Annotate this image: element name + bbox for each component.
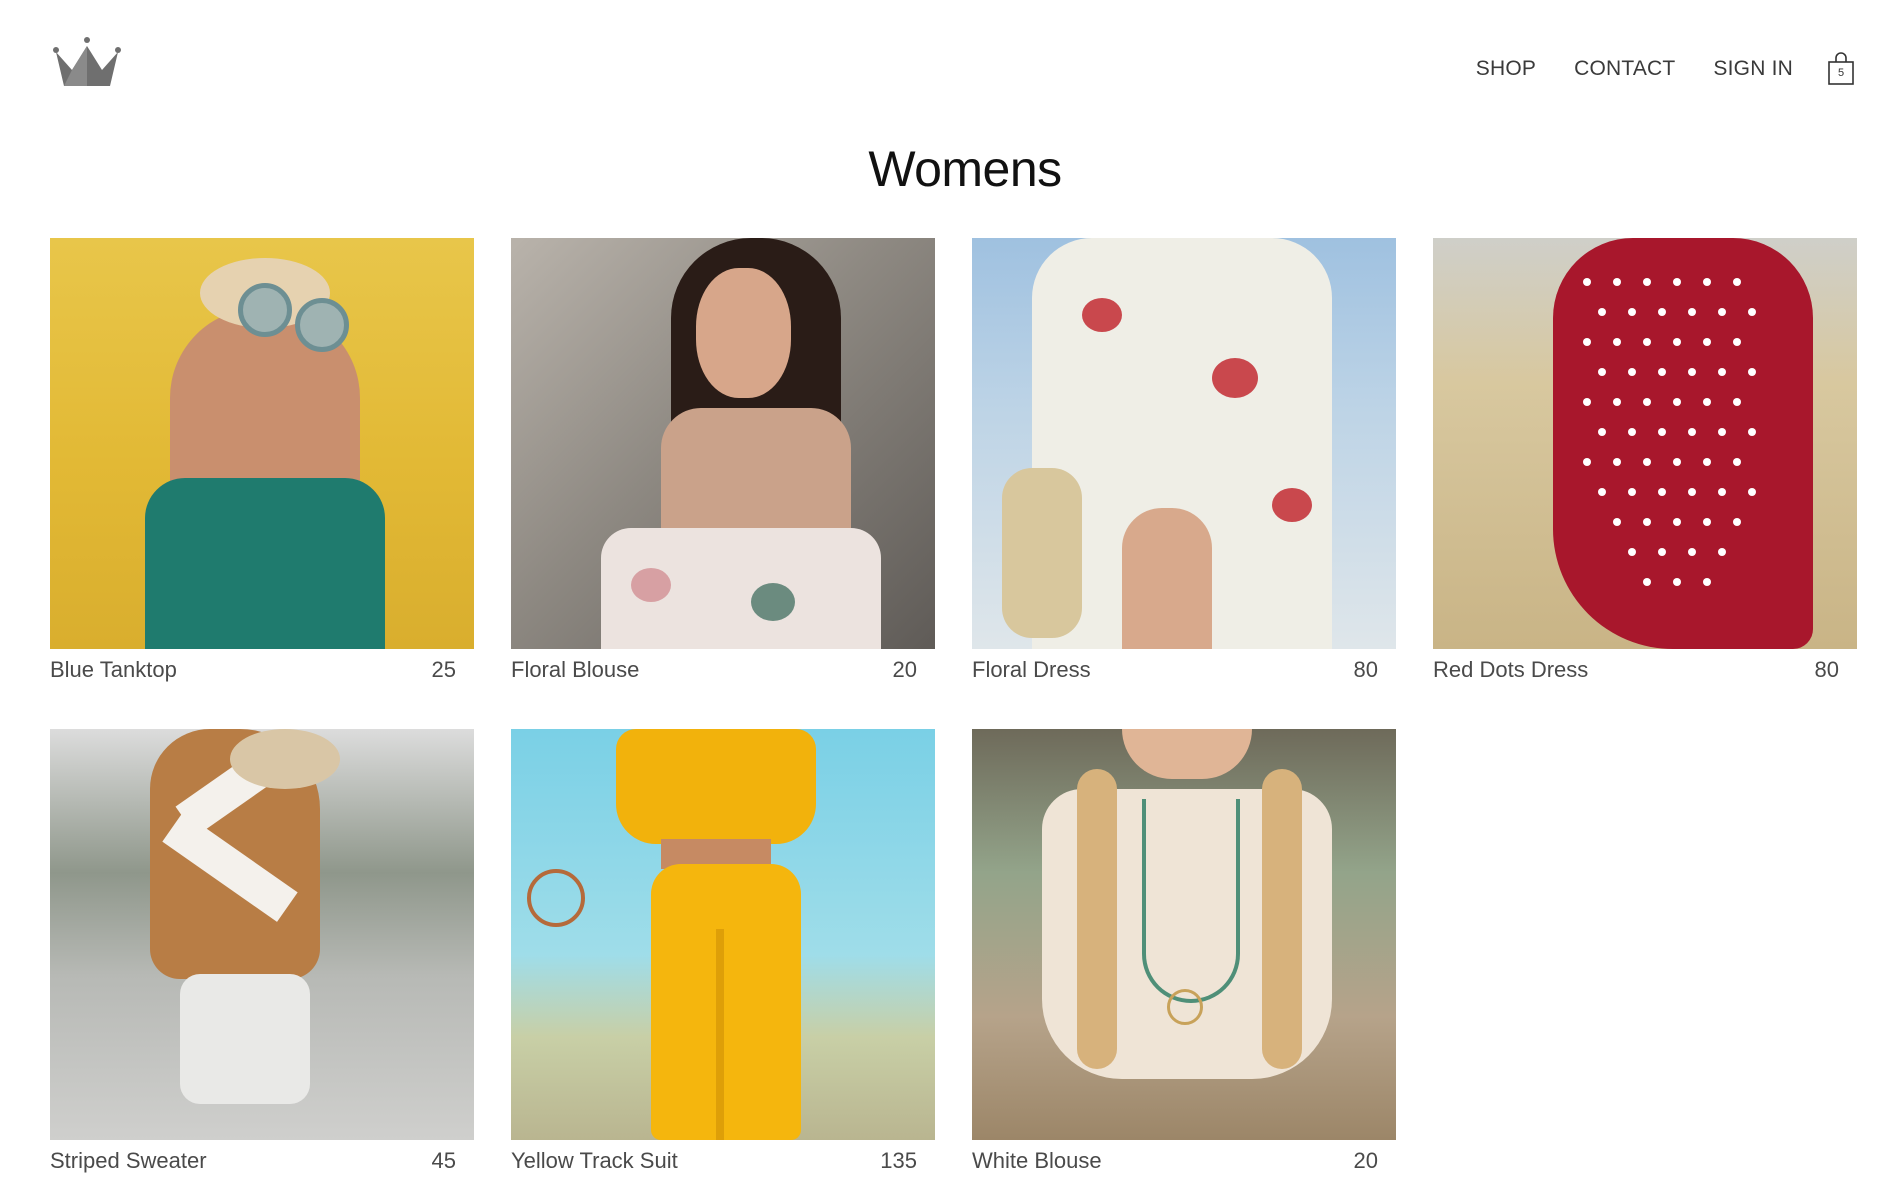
product-image[interactable] xyxy=(972,238,1396,649)
product-image[interactable] xyxy=(50,238,474,649)
product-card[interactable]: Striped Sweater 45 xyxy=(50,729,474,1182)
product-price: 80 xyxy=(1814,657,1839,682)
home-logo-link[interactable] xyxy=(52,34,122,90)
product-price: 25 xyxy=(431,657,456,682)
product-card[interactable]: White Blouse 20 xyxy=(972,729,1396,1182)
product-name: Yellow Track Suit xyxy=(511,1148,678,1173)
product-image[interactable] xyxy=(972,729,1396,1140)
product-price: 20 xyxy=(1353,1148,1378,1173)
product-card[interactable]: Blue Tanktop 25 xyxy=(50,238,474,691)
product-image[interactable] xyxy=(511,238,935,649)
header: SHOP CONTACT SIGN IN 5 xyxy=(0,0,1887,130)
product-name: Red Dots Dress xyxy=(1433,657,1589,682)
product-name: Floral Dress xyxy=(972,657,1091,682)
product-card[interactable]: Floral Blouse 20 xyxy=(511,238,935,691)
main-nav: SHOP CONTACT SIGN IN 5 xyxy=(1438,52,1855,86)
product-name: Blue Tanktop xyxy=(50,657,177,682)
product-image[interactable] xyxy=(511,729,935,1140)
page: SHOP CONTACT SIGN IN 5 Womens Blue Tankt… xyxy=(0,0,1887,1184)
product-price: 45 xyxy=(431,1148,456,1173)
product-name: White Blouse xyxy=(972,1148,1102,1173)
nav-contact-link[interactable]: CONTACT xyxy=(1574,57,1675,81)
product-price: 80 xyxy=(1353,657,1378,682)
product-grid: Blue Tanktop 25 Floral Blouse 20 Floral … xyxy=(50,238,1860,1182)
cart-count: 5 xyxy=(1837,67,1845,79)
product-card[interactable]: Floral Dress 80 xyxy=(972,238,1396,691)
crown-icon xyxy=(53,37,121,86)
product-card[interactable]: Yellow Track Suit 135 xyxy=(511,729,935,1182)
nav-shop-link[interactable]: SHOP xyxy=(1476,57,1536,81)
product-price: 135 xyxy=(880,1148,917,1173)
product-price: 20 xyxy=(892,657,917,682)
product-name: Striped Sweater xyxy=(50,1148,207,1173)
product-card[interactable]: Red Dots Dress 80 xyxy=(1433,238,1857,691)
page-title: Womens xyxy=(868,141,1062,197)
cart-button[interactable]: 5 xyxy=(1827,52,1855,86)
nav-sign-in-link[interactable]: SIGN IN xyxy=(1713,57,1793,81)
product-name: Floral Blouse xyxy=(511,657,640,682)
product-image[interactable] xyxy=(1433,238,1857,649)
product-image[interactable] xyxy=(50,729,474,1140)
